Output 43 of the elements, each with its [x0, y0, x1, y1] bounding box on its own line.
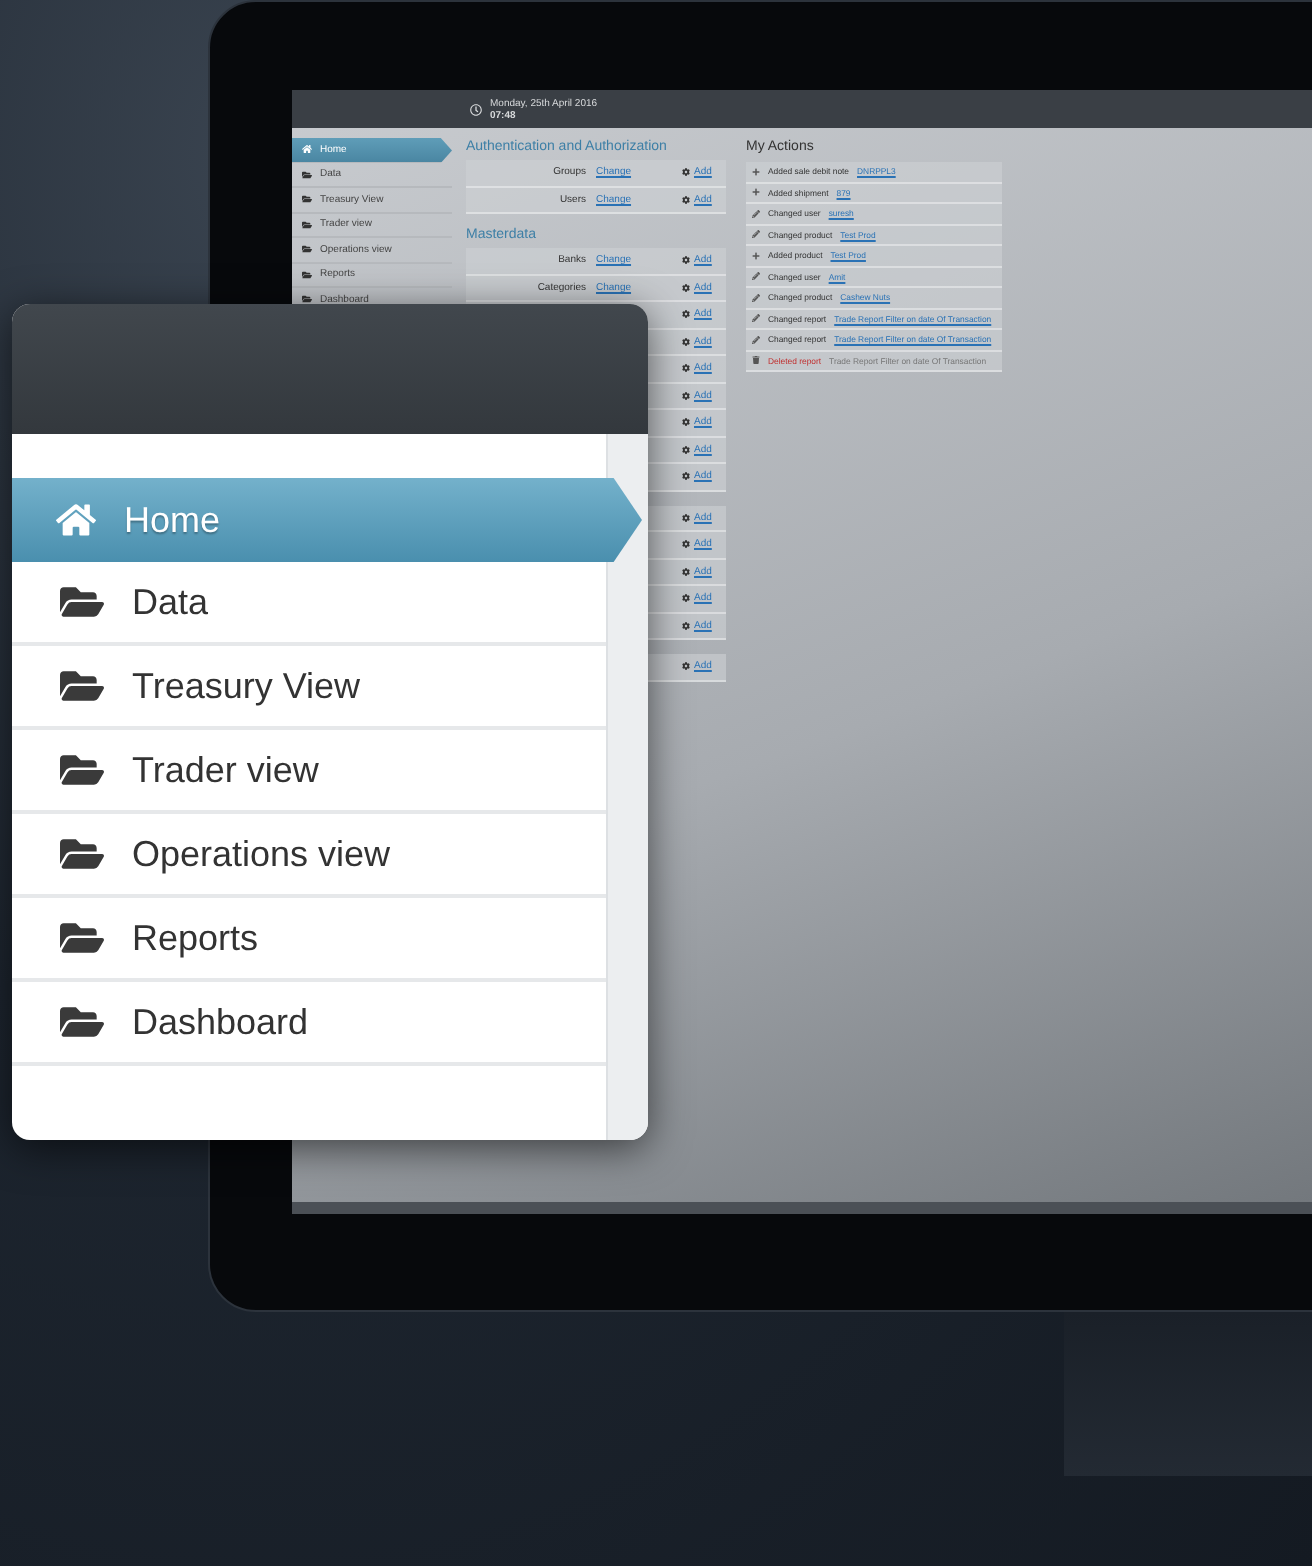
home-icon	[302, 144, 312, 155]
gear-icon	[682, 662, 690, 671]
gear-icon	[682, 472, 690, 481]
gear-icon	[682, 256, 690, 265]
menu-item[interactable]: Trader view	[12, 730, 606, 814]
pencil-icon	[752, 314, 760, 323]
trash-icon	[752, 356, 760, 365]
menu-item[interactable]: Dashboard	[12, 982, 606, 1066]
clock-icon	[470, 103, 482, 115]
plus-icon	[752, 167, 760, 176]
folder-icon	[302, 219, 312, 230]
pencil-icon	[752, 230, 760, 239]
gear-icon	[682, 418, 690, 427]
menu-item[interactable]: Data	[12, 562, 606, 646]
folder-icon	[302, 294, 312, 305]
gear-icon	[682, 445, 690, 454]
menu-item[interactable]: Operations view	[12, 814, 606, 898]
folder-icon	[302, 269, 312, 280]
folder-icon	[302, 194, 312, 205]
gear-icon	[682, 594, 690, 603]
home-icon	[56, 500, 96, 540]
gear-icon	[682, 513, 690, 522]
pencil-icon	[752, 293, 760, 302]
pencil-icon	[752, 272, 760, 281]
gear-icon	[682, 310, 690, 319]
menu-item[interactable]: Treasury View	[12, 646, 606, 730]
gear-icon	[682, 621, 690, 630]
plus-icon	[752, 188, 760, 197]
gear-icon	[682, 364, 690, 373]
gear-icon	[682, 337, 690, 346]
gear-icon	[682, 391, 690, 400]
gear-icon	[682, 283, 690, 292]
folder-icon	[302, 169, 312, 180]
pencil-icon	[752, 335, 760, 344]
gear-icon	[682, 567, 690, 576]
folder-icon	[302, 244, 312, 255]
plus-icon	[752, 251, 760, 260]
menu-item[interactable]: Home	[12, 478, 642, 562]
gear-icon	[682, 168, 690, 177]
menu-item[interactable]: Reports	[12, 898, 606, 982]
gear-icon	[682, 540, 690, 549]
pencil-icon	[752, 209, 760, 218]
gear-icon	[682, 195, 690, 204]
